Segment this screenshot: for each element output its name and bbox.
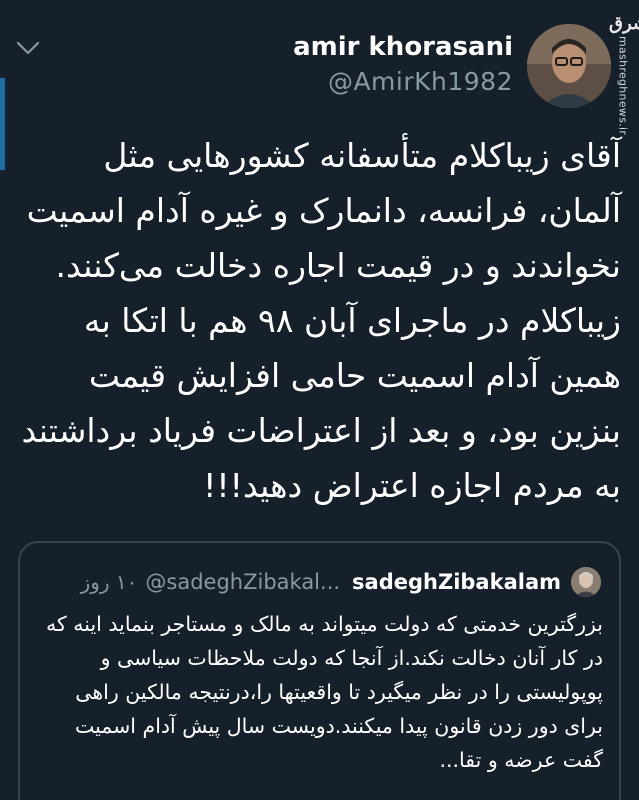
quoted-tweet-card[interactable]: ۱۰ روز @sadeghZibakal... sadeghZibakalam… — [18, 541, 621, 800]
tweet-header: amir khorasani @AmirKh1982 — [293, 24, 611, 112]
tweet-text: آقای زیباکلام متأسفانه کشورهایی مثل آلما… — [21, 136, 621, 505]
news-watermark: مشرق mashreghnews.ir — [609, 13, 639, 136]
quoted-avatar — [571, 567, 601, 597]
author-names: amir khorasani @AmirKh1982 — [293, 30, 513, 100]
chevron-down-icon[interactable] — [15, 38, 41, 58]
author-handle[interactable]: @AmirKh1982 — [293, 64, 513, 100]
watermark-url: mashreghnews.ir — [616, 36, 630, 136]
quoted-avatar-image — [571, 567, 601, 597]
author-display-name[interactable]: amir khorasani — [293, 30, 513, 64]
watermark-logo: مشرق — [609, 13, 639, 34]
tweet-screenshot: amir khorasani @AmirKh1982 مشرق mashregh… — [0, 0, 639, 800]
avatar[interactable] — [527, 24, 611, 108]
quoted-tweet-header: ۱۰ روز @sadeghZibakal... sadeghZibakalam — [38, 565, 601, 599]
thread-accent-bar — [0, 78, 5, 170]
quoted-author-handle: @sadeghZibakal... — [145, 570, 341, 594]
quoted-tweet-time: ۱۰ روز — [80, 570, 138, 594]
quoted-author-name: sadeghZibakalam — [352, 570, 561, 594]
quoted-tweet-text: بزرگترین خدمتی که دولت میتواند به مالک و… — [46, 612, 603, 772]
avatar-image — [527, 24, 611, 108]
